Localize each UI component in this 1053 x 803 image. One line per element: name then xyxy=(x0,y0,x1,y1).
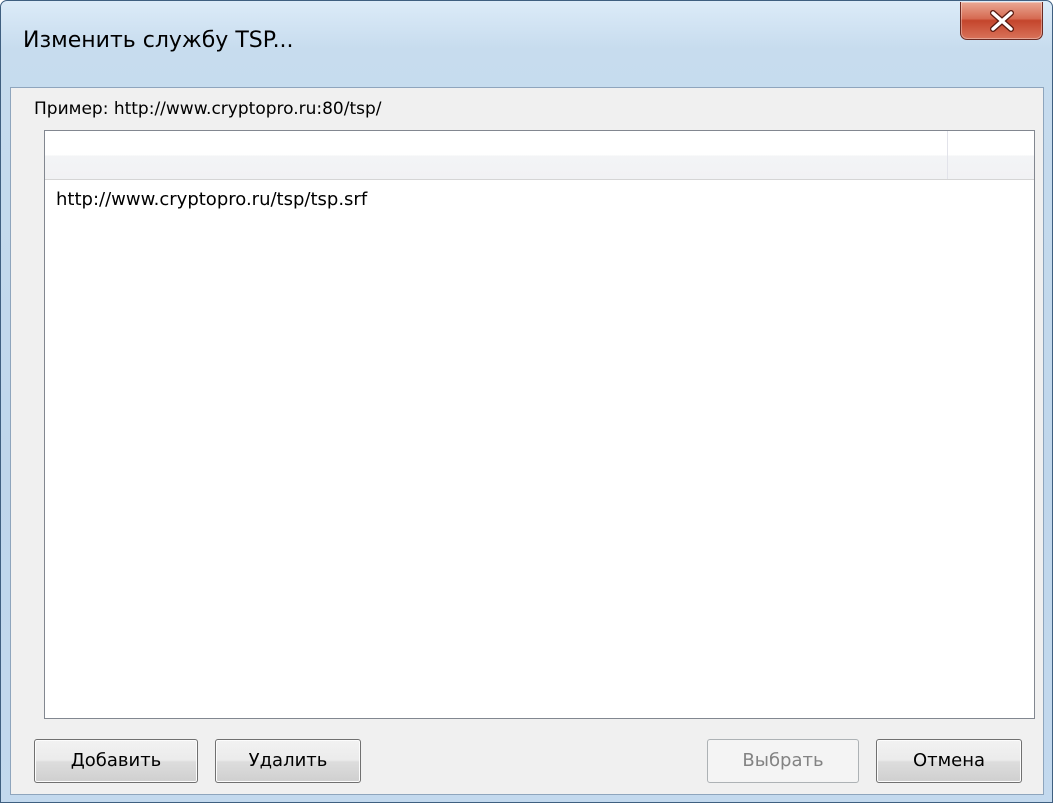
title-bar[interactable]: Изменить службу TSP... xyxy=(1,1,1052,87)
example-hint: Пример: http://www.cryptopro.ru:80/tsp/ xyxy=(34,99,382,119)
add-button[interactable]: Добавить xyxy=(34,739,198,783)
dialog-window: Изменить службу TSP... Пример: http://ww… xyxy=(0,0,1053,803)
column-header[interactable] xyxy=(45,131,948,179)
select-button[interactable]: Выбрать xyxy=(707,739,859,783)
cancel-button[interactable]: Отмена xyxy=(876,739,1022,783)
dialog-content: Пример: http://www.cryptopro.ru:80/tsp/ … xyxy=(10,87,1044,795)
close-button[interactable] xyxy=(960,2,1043,40)
window-title: Изменить службу TSP... xyxy=(23,28,294,53)
list-item[interactable]: http://www.cryptopro.ru/tsp/tsp.srf xyxy=(45,185,1034,215)
tsp-service-list[interactable]: http://www.cryptopro.ru/tsp/tsp.srf xyxy=(44,130,1035,719)
list-header xyxy=(45,131,1034,180)
column-header-filler xyxy=(948,131,1034,179)
close-icon xyxy=(989,9,1014,32)
delete-button[interactable]: Удалить xyxy=(215,739,361,783)
